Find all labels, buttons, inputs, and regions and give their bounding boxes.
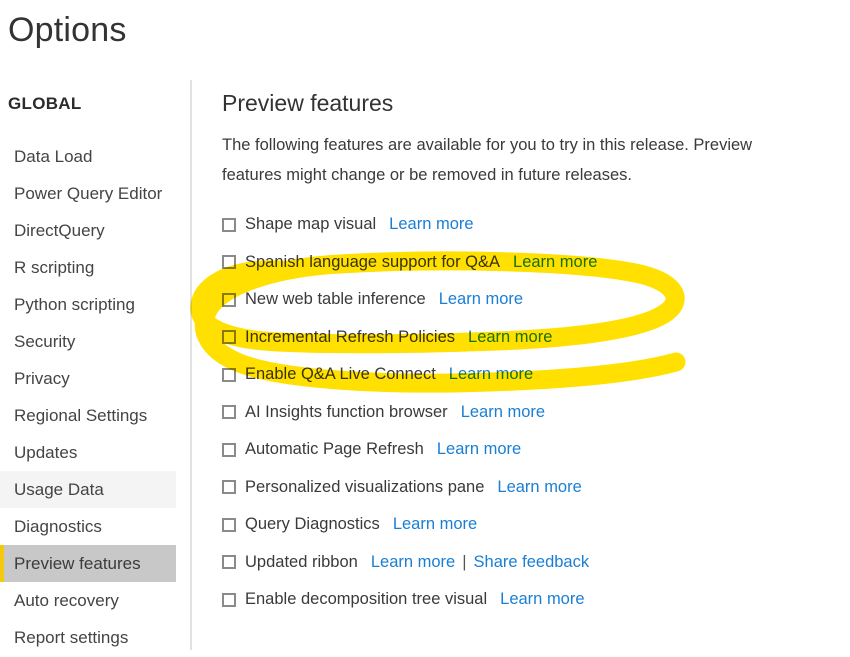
feature-row: Enable Q&A Live Connect Learn more bbox=[222, 356, 842, 394]
feature-row: Enable decomposition tree visual Learn mo… bbox=[222, 581, 842, 619]
checkbox-automatic-page-refresh[interactable] bbox=[222, 442, 236, 457]
learn-more-link[interactable]: Learn more bbox=[468, 328, 552, 347]
sidebar-item-data-load[interactable]: Data Load bbox=[0, 138, 176, 175]
share-feedback-link[interactable]: Share feedback bbox=[474, 553, 590, 572]
sidebar-item-usage-data[interactable]: Usage Data bbox=[0, 471, 176, 508]
checkbox-ai-insights-function-browser[interactable] bbox=[222, 405, 236, 420]
sidebar-item-label: Updates bbox=[14, 443, 78, 462]
checkbox-enable-decomposition-tree-visual[interactable] bbox=[222, 592, 236, 607]
feature-row: Updated ribbon Learn more | Share feedback bbox=[222, 544, 842, 582]
sidebar-item-label: Preview features bbox=[14, 554, 141, 573]
learn-more-link[interactable]: Learn more bbox=[437, 440, 521, 459]
checkbox-incremental-refresh-policies[interactable] bbox=[222, 330, 236, 345]
section-title: Preview features bbox=[222, 90, 394, 116]
feature-label: Query Diagnostics bbox=[245, 515, 380, 534]
checkbox-shape-map-visual[interactable] bbox=[222, 217, 236, 232]
sidebar-item-security[interactable]: Security bbox=[0, 323, 176, 360]
main-panel: Preview features The following features … bbox=[208, 78, 850, 657]
feature-row: AI Insights function browser Learn more bbox=[222, 394, 842, 432]
feature-row: Query Diagnostics Learn more bbox=[222, 506, 842, 544]
feature-row: New web table inference Learn more bbox=[222, 281, 842, 319]
learn-more-link[interactable]: Learn more bbox=[439, 290, 523, 309]
sidebar-item-power-query-editor[interactable]: Power Query Editor bbox=[0, 175, 176, 212]
sidebar-item-label: Power Query Editor bbox=[14, 184, 163, 203]
feature-label: New web table inference bbox=[245, 290, 426, 309]
feature-label: Shape map visual bbox=[245, 215, 377, 234]
learn-more-link[interactable]: Learn more bbox=[371, 553, 455, 572]
sidebar-item-label: Data Load bbox=[14, 147, 93, 166]
section-description: The following features are available for… bbox=[222, 136, 753, 184]
feature-row: Personalized visualizations pane Learn mo… bbox=[222, 469, 842, 507]
learn-more-link[interactable]: Learn more bbox=[461, 403, 545, 422]
sidebar-item-r-scripting[interactable]: R scripting bbox=[0, 249, 176, 286]
feature-label: Incremental Refresh Policies bbox=[245, 327, 456, 346]
sidebar-item-label: Python scripting bbox=[14, 295, 135, 314]
sidebar-item-label: DirectQuery bbox=[14, 221, 105, 240]
checkbox-personalized-visualizations-pane[interactable] bbox=[222, 480, 236, 495]
link-separator: | bbox=[462, 552, 467, 571]
sidebar: GLOBAL Data Load Power Query Editor Direct… bbox=[0, 78, 190, 657]
feature-row: Automatic Page Refresh Learn more bbox=[222, 431, 842, 469]
sidebar-item-python-scripting[interactable]: Python scripting bbox=[0, 286, 176, 323]
sidebar-item-label: R scripting bbox=[14, 258, 95, 277]
feature-row: Spanish language support for Q&A Learn mo… bbox=[222, 244, 842, 282]
feature-label: Automatic Page Refresh bbox=[245, 440, 424, 459]
feature-label: Enable Q&A Live Connect bbox=[245, 365, 436, 384]
sidebar-item-label: Auto recovery bbox=[14, 591, 119, 610]
sidebar-section-heading: GLOBAL bbox=[8, 94, 82, 113]
sidebar-item-label: Diagnostics bbox=[14, 517, 102, 536]
sidebar-item-label: Regional Settings bbox=[14, 406, 148, 425]
feature-label: Updated ribbon bbox=[245, 552, 358, 571]
feature-label: AI Insights function browser bbox=[245, 402, 448, 421]
sidebar-item-regional-settings[interactable]: Regional Settings bbox=[0, 397, 176, 434]
learn-more-link[interactable]: Learn more bbox=[393, 515, 477, 534]
feature-row: Incremental Refresh Policies Learn more bbox=[222, 319, 842, 357]
feature-label: Enable decomposition tree visual bbox=[245, 590, 488, 609]
checkbox-updated-ribbon[interactable] bbox=[222, 555, 236, 570]
sidebar-item-label: Security bbox=[14, 332, 76, 351]
sidebar-item-label: Privacy bbox=[14, 369, 70, 388]
feature-row: Shape map visual Learn more bbox=[222, 206, 842, 244]
feature-label: Spanish language support for Q&A bbox=[245, 252, 501, 271]
page-title: Options bbox=[8, 11, 127, 49]
learn-more-link[interactable]: Learn more bbox=[389, 215, 473, 234]
options-content-area: GLOBAL Data Load Power Query Editor Direct… bbox=[0, 78, 850, 657]
sidebar-item-directquery[interactable]: DirectQuery bbox=[0, 212, 176, 249]
sidebar-item-diagnostics[interactable]: Diagnostics bbox=[0, 508, 176, 545]
learn-more-link[interactable]: Learn more bbox=[513, 253, 597, 272]
learn-more-link[interactable]: Learn more bbox=[497, 478, 581, 497]
sidebar-item-auto-recovery[interactable]: Auto recovery bbox=[0, 582, 176, 619]
sidebar-nav-list: Data Load Power Query Editor DirectQuery R … bbox=[0, 138, 176, 656]
checkbox-spanish-language-support-for-q-a[interactable] bbox=[222, 255, 236, 270]
sidebar-item-report-settings[interactable]: Report settings bbox=[0, 619, 176, 656]
sidebar-item-label: Report settings bbox=[14, 628, 129, 647]
checkbox-new-web-table-inference[interactable] bbox=[222, 292, 236, 307]
checkbox-query-diagnostics[interactable] bbox=[222, 517, 236, 532]
sidebar-item-preview-features[interactable]: Preview features bbox=[0, 545, 176, 582]
checkbox-enable-q-a-live-connect[interactable] bbox=[222, 367, 236, 382]
preview-features-list: Shape map visual Learn more Spanish langua… bbox=[222, 206, 842, 619]
learn-more-link[interactable]: Learn more bbox=[500, 590, 584, 609]
sidebar-item-label: Usage Data bbox=[14, 480, 104, 499]
learn-more-link[interactable]: Learn more bbox=[449, 365, 533, 384]
feature-label: Personalized visualizations pane bbox=[245, 477, 485, 496]
sidebar-item-privacy[interactable]: Privacy bbox=[0, 360, 176, 397]
sidebar-item-updates[interactable]: Updates bbox=[0, 434, 176, 471]
sidebar-content-divider bbox=[190, 80, 192, 650]
